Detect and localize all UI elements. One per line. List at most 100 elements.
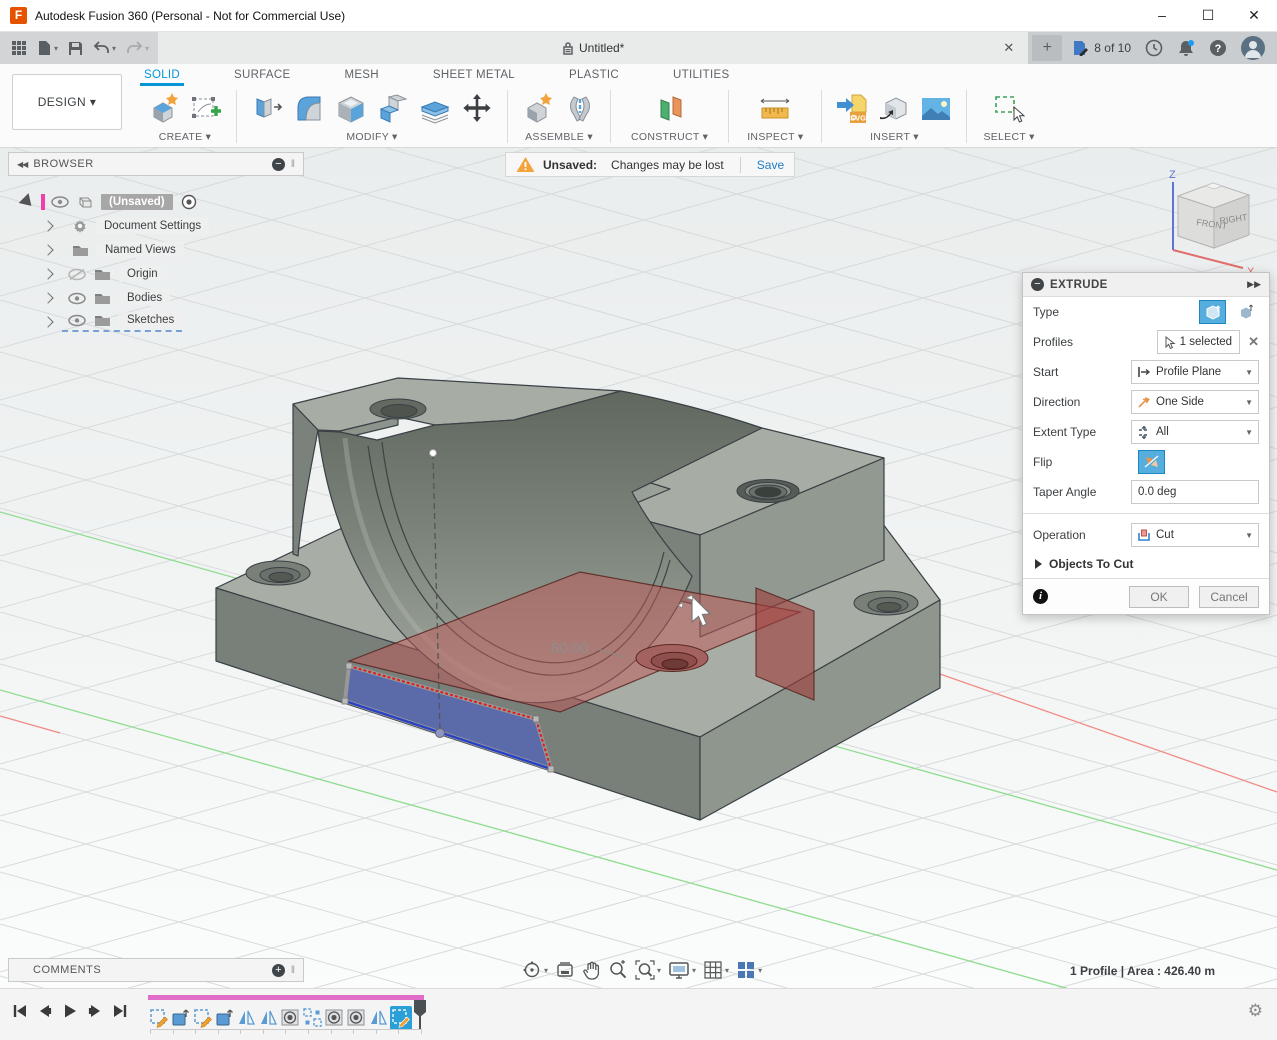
orbit-icon[interactable]: ▾ — [522, 960, 548, 980]
user-avatar[interactable] — [1241, 36, 1265, 60]
maximize-button[interactable]: ☐ — [1185, 0, 1231, 31]
browser-grip[interactable]: ‖ — [291, 159, 295, 170]
skip-to-end-icon[interactable] — [112, 1003, 128, 1019]
collapsed-arrow-icon[interactable] — [42, 220, 53, 231]
new-component-icon[interactable] — [520, 91, 556, 127]
redo-icon[interactable]: ▾ — [123, 39, 152, 57]
notifications-bell-icon[interactable] — [1177, 39, 1195, 57]
timeline-item-sketch[interactable] — [148, 1006, 170, 1030]
file-menu-icon[interactable]: ▾ — [34, 38, 61, 58]
insert-mesh-icon[interactable] — [876, 91, 912, 127]
timeline-item-extrude[interactable] — [214, 1006, 236, 1030]
dimension-label[interactable]: 80.00 — [551, 640, 589, 657]
browser-row-sketches[interactable]: Sketches — [8, 310, 304, 334]
profiles-select-button[interactable]: 1 selected — [1157, 330, 1240, 354]
left-tower-left-face[interactable] — [293, 404, 318, 556]
bolt-hole-left-tower[interactable] — [370, 399, 426, 419]
info-icon[interactable]: i — [1033, 589, 1048, 604]
flip-button[interactable] — [1138, 450, 1165, 474]
group-construct-label[interactable]: CONSTRUCT ▾ — [631, 131, 708, 147]
workspace-switcher[interactable]: DESIGN ▾ — [12, 74, 122, 130]
browser-header[interactable]: ◀◀ BROWSER −‖ — [8, 152, 304, 176]
start-dropdown[interactable]: Profile Plane▼ — [1131, 360, 1259, 384]
eye-off-icon[interactable] — [68, 268, 86, 281]
timeline-item-hole[interactable] — [324, 1006, 346, 1030]
fillet-icon[interactable] — [291, 91, 327, 127]
extent-type-dropdown[interactable]: All▼ — [1131, 420, 1259, 444]
zoom-icon[interactable] — [608, 960, 628, 980]
timeline-item-extrude[interactable] — [170, 1006, 192, 1030]
browser-row-named-views[interactable]: Named Views — [8, 238, 304, 262]
browser-row-origin[interactable]: Origin — [8, 262, 304, 286]
step-forward-icon[interactable] — [87, 1003, 103, 1019]
document-count[interactable]: 8 of 10 — [1072, 40, 1131, 56]
direction-dropdown[interactable]: One Side▼ — [1131, 390, 1259, 414]
help-icon[interactable]: ? — [1209, 39, 1227, 57]
counterbore-hole-cut[interactable] — [636, 645, 708, 672]
close-button[interactable]: ✕ — [1231, 0, 1277, 31]
taper-angle-input[interactable]: 0.0 deg — [1131, 480, 1259, 504]
joint-icon[interactable] — [562, 91, 598, 127]
root-document-label[interactable]: (Unsaved) — [101, 194, 173, 210]
tab-surface[interactable]: SURFACE — [230, 66, 294, 86]
insert-svg-icon[interactable]: SVG — [834, 91, 870, 127]
browser-row-bodies[interactable]: Bodies — [8, 286, 304, 310]
step-back-icon[interactable] — [37, 1003, 53, 1019]
timeline-playhead-marker[interactable] — [413, 1000, 427, 1030]
viewport-canvas[interactable]: 80.00 — [0, 148, 1277, 988]
browser-row-document-settings[interactable]: Document Settings — [8, 214, 304, 238]
new-tab-button[interactable]: + — [1032, 35, 1062, 61]
group-create-label[interactable]: CREATE ▾ — [159, 131, 211, 147]
group-inspect-label[interactable]: INSPECT ▾ — [747, 131, 803, 147]
comments-header[interactable]: COMMENTS +‖ — [8, 958, 304, 982]
eye-icon[interactable] — [68, 314, 86, 327]
eye-icon[interactable] — [51, 196, 69, 208]
offset-face-icon[interactable] — [417, 91, 453, 127]
type-thin-extrude-button[interactable] — [1232, 300, 1259, 324]
undo-icon[interactable]: ▾ — [90, 39, 119, 57]
display-settings-icon[interactable]: ▾ — [668, 960, 696, 980]
timeline-item-sketch[interactable] — [192, 1006, 214, 1030]
view-cube[interactable]: FRONT RIGHT Z X — [1169, 169, 1255, 278]
grid-settings-icon[interactable]: ▾ — [703, 960, 729, 980]
tab-utilities[interactable]: UTILITIES — [669, 66, 733, 86]
move-icon[interactable] — [459, 91, 495, 127]
objects-to-cut-expander[interactable]: Objects To Cut — [1023, 550, 1269, 578]
tab-sheet-metal[interactable]: SHEET METAL — [429, 66, 519, 86]
shell-icon[interactable] — [333, 91, 369, 127]
timeline-item-hole[interactable] — [280, 1006, 302, 1030]
counterbore-hole-right[interactable] — [854, 591, 918, 615]
measure-icon[interactable] — [757, 91, 793, 127]
cancel-button[interactable]: Cancel — [1199, 586, 1259, 608]
operation-dropdown[interactable]: Cut▼ — [1131, 523, 1259, 547]
origin-handle[interactable] — [436, 729, 445, 738]
browser-minimize-icon[interactable]: − — [272, 158, 285, 171]
tab-mesh[interactable]: MESH — [340, 66, 382, 86]
look-at-icon[interactable] — [555, 960, 575, 980]
document-tab[interactable]: Untitled* ✕ — [158, 32, 1028, 64]
job-status-icon[interactable] — [1145, 39, 1163, 57]
save-icon[interactable] — [65, 39, 86, 58]
timeline-settings-gear-icon[interactable]: ⚙ — [1248, 1001, 1263, 1021]
select-icon[interactable] — [991, 91, 1027, 127]
timeline-item-hole[interactable] — [346, 1006, 368, 1030]
extent-handle[interactable] — [430, 450, 437, 457]
offset-plane-icon[interactable] — [652, 91, 688, 127]
type-extrude-button[interactable] — [1199, 300, 1226, 324]
tab-solid[interactable]: SOLID — [140, 66, 184, 86]
browser-root-row[interactable]: (Unsaved) — [8, 190, 304, 214]
timeline-item-mirror[interactable] — [368, 1006, 390, 1030]
collapsed-arrow-icon[interactable] — [42, 316, 53, 327]
clear-selection-icon[interactable]: ✕ — [1248, 334, 1259, 350]
group-select-label[interactable]: SELECT ▾ — [983, 131, 1034, 147]
tab-close-icon[interactable]: ✕ — [1003, 40, 1014, 56]
dialog-detach-icon[interactable]: ▶▶ — [1247, 279, 1261, 290]
fit-icon[interactable]: ▾ — [635, 960, 661, 980]
timeline-item-mirror[interactable] — [258, 1006, 280, 1030]
expand-arrow-icon[interactable] — [19, 193, 37, 211]
timeline-item-mirror[interactable] — [236, 1006, 258, 1030]
minimize-button[interactable]: – — [1139, 0, 1185, 31]
viewports-icon[interactable]: ▾ — [736, 960, 762, 980]
group-modify-label[interactable]: MODIFY ▾ — [346, 131, 397, 147]
timeline-item-pattern[interactable] — [302, 1006, 324, 1030]
